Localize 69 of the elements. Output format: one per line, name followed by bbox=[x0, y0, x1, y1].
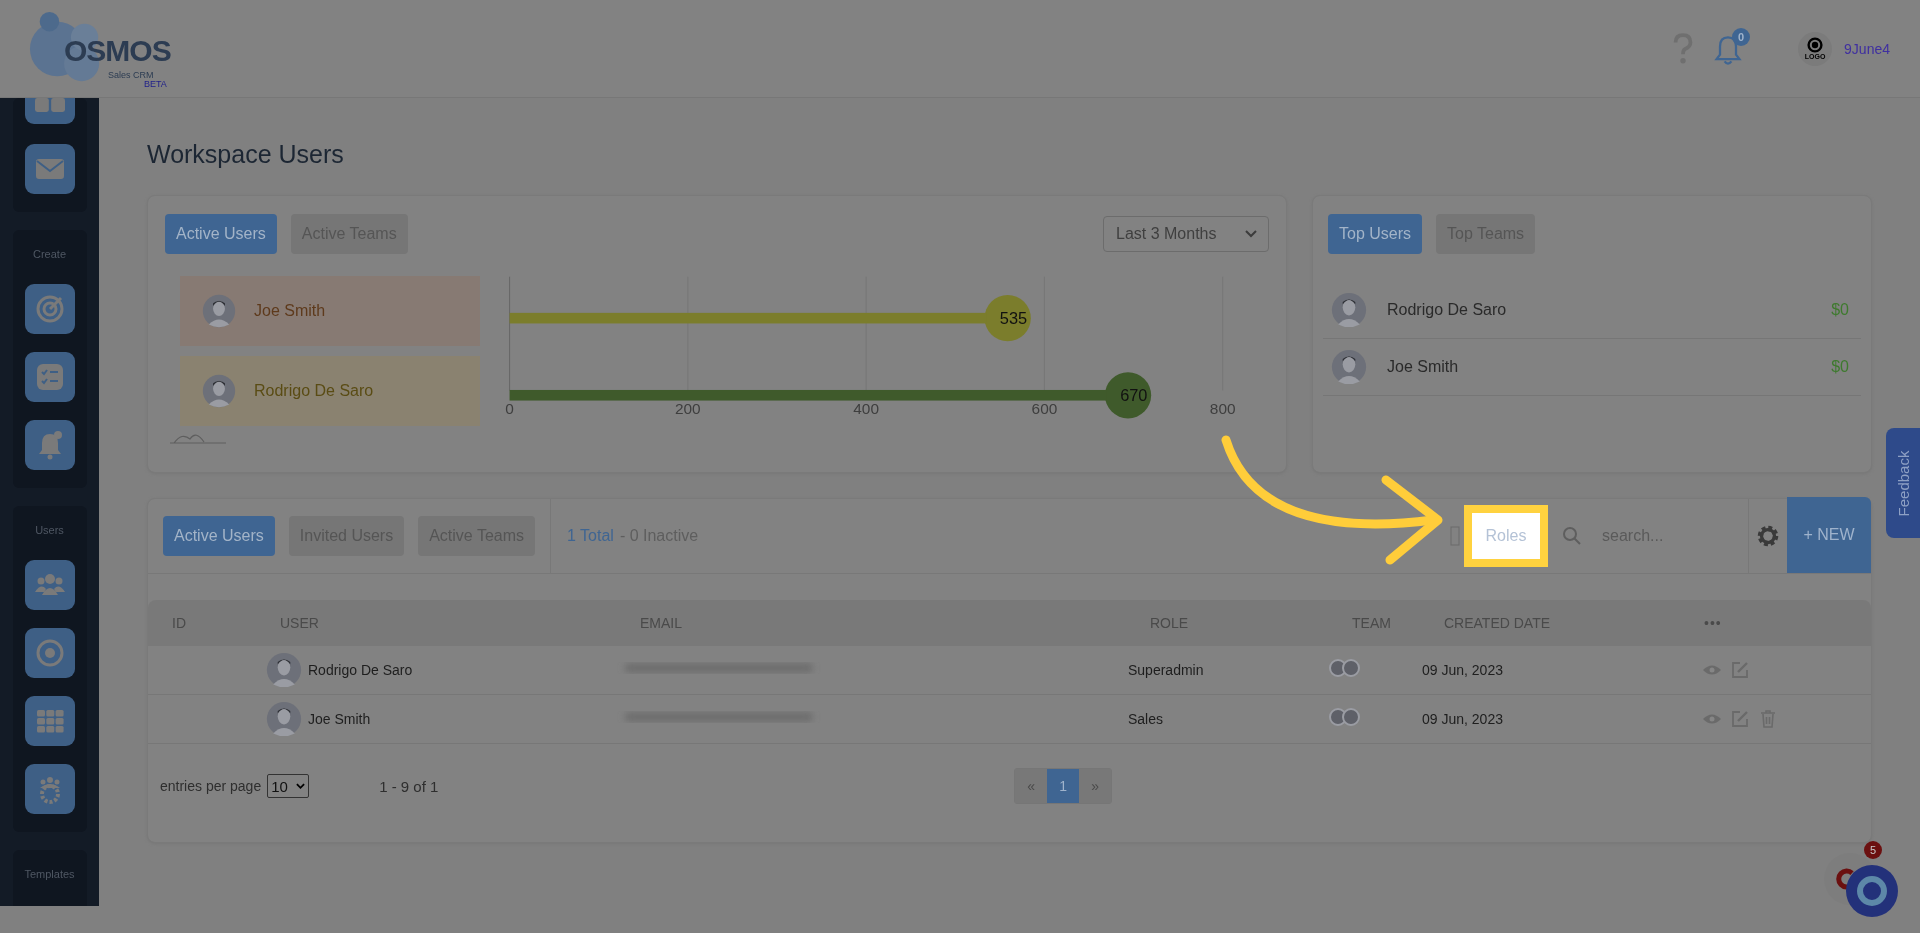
page-button[interactable]: « bbox=[1015, 769, 1048, 803]
axis-tick-label: 400 bbox=[853, 399, 880, 417]
entries-select[interactable]: 10 bbox=[267, 774, 310, 798]
avatar-icon bbox=[202, 374, 236, 408]
sidebar-button[interactable] bbox=[24, 420, 75, 470]
sidebar-button[interactable] bbox=[24, 352, 75, 402]
roles-button[interactable]: Roles bbox=[1464, 505, 1548, 567]
user-name: Joe Smith bbox=[1387, 358, 1460, 376]
logo-subtitle: Sales CRM bbox=[108, 69, 154, 80]
total-count[interactable]: 1 Total bbox=[567, 527, 614, 545]
page-range: 1 - 9 of 1 bbox=[379, 777, 440, 795]
sidebar-button[interactable] bbox=[24, 560, 75, 610]
tab[interactable]: Active Users bbox=[163, 516, 275, 556]
sidebar-button[interactable] bbox=[24, 628, 75, 678]
team-avatars-icon bbox=[1328, 658, 1362, 678]
sidebar-button[interactable] bbox=[24, 98, 75, 124]
table-cell-text: 09 Jun, 2023 bbox=[1421, 711, 1504, 727]
column-header[interactable]: ••• bbox=[1702, 615, 1871, 631]
beta-label: BETA bbox=[144, 78, 167, 89]
checklist-icon bbox=[34, 362, 65, 392]
user-name: Rodrigo De Saro bbox=[1387, 301, 1508, 319]
axis-tick-label: 600 bbox=[1031, 399, 1058, 417]
page-button[interactable]: 1 bbox=[1047, 769, 1080, 803]
sidebar-button[interactable] bbox=[24, 284, 75, 334]
sidebar-section-label: Templates bbox=[24, 868, 75, 880]
table-cell-text: Superadmin bbox=[1127, 662, 1205, 678]
table-cell: Joe Smith bbox=[308, 711, 371, 727]
page-button[interactable]: » bbox=[1079, 769, 1112, 803]
settings-icon[interactable] bbox=[1755, 523, 1781, 549]
data-label: 670 bbox=[1120, 386, 1148, 405]
tab[interactable]: Active Users bbox=[165, 214, 277, 254]
sidebar-section-label: Users bbox=[35, 524, 64, 536]
axis-tick-label: 200 bbox=[675, 399, 701, 417]
avatar-icon bbox=[266, 701, 302, 737]
chevron-down-icon bbox=[1244, 229, 1258, 239]
table-cell: Rodrigo De Saro bbox=[308, 662, 413, 678]
sidebar-button[interactable] bbox=[24, 764, 75, 814]
avatar-icon bbox=[1331, 292, 1367, 328]
data-label: 535 bbox=[999, 308, 1028, 327]
page-title: Workspace Users bbox=[147, 140, 345, 169]
target-icon bbox=[34, 638, 65, 668]
search-icon bbox=[1562, 526, 1582, 546]
new-button[interactable]: + NEW bbox=[1787, 497, 1871, 573]
target-icon bbox=[34, 294, 65, 324]
table-cell-text: Sales bbox=[1127, 711, 1165, 727]
avatar-icon bbox=[266, 652, 302, 688]
chat-badge: 5 bbox=[1864, 841, 1882, 859]
axis-tick-label: 0 bbox=[505, 399, 514, 417]
entries-label: entries per page bbox=[160, 778, 262, 794]
user-name: Joe Smith bbox=[254, 302, 326, 320]
axis-tick-label: 800 bbox=[1209, 399, 1236, 417]
user-name: Rodrigo De Saro bbox=[254, 382, 374, 400]
avatar-icon bbox=[202, 294, 236, 328]
sidebar-section-label: Create bbox=[33, 248, 66, 260]
feedback-tab[interactable]: Feedback bbox=[1886, 428, 1920, 538]
ring-icon bbox=[1807, 37, 1824, 53]
amount: $0 bbox=[1831, 358, 1849, 376]
sidebar-button[interactable] bbox=[24, 144, 75, 194]
chevron-down-icon bbox=[296, 782, 306, 790]
sidebar-button[interactable] bbox=[24, 696, 75, 746]
logo-text: OSMOS bbox=[64, 33, 171, 68]
table-cell-text: 09 Jun, 2023 bbox=[1421, 662, 1504, 678]
notification-badge: 0 bbox=[1732, 27, 1751, 46]
period-dropdown[interactable]: Last 3 Months bbox=[1103, 216, 1269, 252]
account-name[interactable]: 9June4 bbox=[1844, 40, 1890, 57]
amount: $0 bbox=[1831, 301, 1849, 319]
team-avatars-icon bbox=[1328, 707, 1362, 727]
tab[interactable]: Top Users bbox=[1328, 214, 1423, 254]
avatar-icon bbox=[1331, 349, 1367, 385]
